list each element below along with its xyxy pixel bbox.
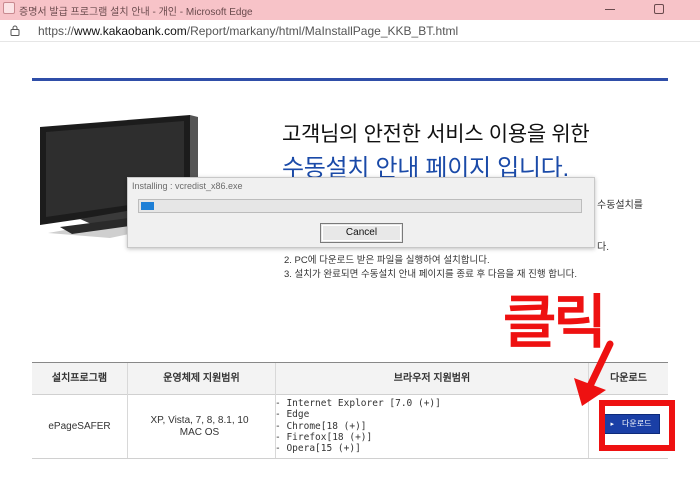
window-title: 증명서 발급 프로그램 설치 안내 - 개인 - Microsoft Edge bbox=[19, 7, 253, 18]
column-header-os: 운영체제 지원범위 bbox=[163, 373, 240, 384]
browser-item: - Chrome[18 (+)] bbox=[275, 420, 367, 432]
dialog-title: Installing : vcredist_x86.exe bbox=[132, 181, 243, 191]
minimize-icon[interactable] bbox=[604, 3, 616, 15]
browser-support-list: - Internet Explorer [7.0 (+)] - Edge - C… bbox=[275, 398, 441, 454]
cancel-label: Cancel bbox=[345, 227, 378, 238]
os-support-line: MAC OS bbox=[179, 427, 220, 438]
url-text[interactable]: https://www.kakaobank.com/Report/markany… bbox=[38, 24, 458, 38]
step-1-text-tail: 수동설치를 bbox=[597, 200, 643, 211]
browser-item: - Opera[15 (+)] bbox=[275, 443, 361, 455]
os-support-line: XP, Vista, 7, 8, 8.1, 10 bbox=[150, 415, 249, 426]
os-support: XP, Vista, 7, 8, 8.1, 10 MAC OS bbox=[128, 415, 271, 439]
browser-item: - Edge bbox=[275, 409, 310, 421]
app-icon bbox=[3, 2, 15, 14]
program-name: ePageSAFER bbox=[48, 421, 111, 432]
window-titlebar: 증명서 발급 프로그램 설치 안내 - 개인 - Microsoft Edge bbox=[0, 0, 700, 20]
browser-window: 증명서 발급 프로그램 설치 안내 - 개인 - Microsoft Edge … bbox=[0, 0, 700, 500]
install-progress-dialog: Installing : vcredist_x86.exe Cancel bbox=[127, 177, 595, 248]
address-bar[interactable]: https://www.kakaobank.com/Report/markany… bbox=[0, 20, 700, 42]
install-progress-bar bbox=[138, 199, 582, 213]
browser-item: - Firefox[18 (+)] bbox=[275, 431, 373, 443]
column-header-browser: 브라우저 지원범위 bbox=[393, 373, 471, 384]
cancel-button[interactable]: Cancel bbox=[320, 223, 403, 243]
maximize-icon[interactable] bbox=[654, 4, 664, 14]
progress-fill bbox=[141, 202, 155, 210]
url-prefix: https:// bbox=[38, 24, 75, 38]
step-2-text: 2. PC에 다운로드 받은 파일을 실행하여 설치합니다. bbox=[284, 255, 490, 266]
browser-item: - Internet Explorer [7.0 (+)] bbox=[275, 398, 441, 409]
lock-icon[interactable] bbox=[10, 25, 20, 36]
column-header-program: 설치프로그램 bbox=[51, 373, 108, 384]
url-host: www.kakaobank.com bbox=[74, 24, 187, 38]
url-path: /Report/markany/html/MaInstallPage_KKB_B… bbox=[186, 24, 459, 38]
header-divider bbox=[32, 78, 668, 81]
download-highlight-box bbox=[599, 400, 675, 451]
step-1-text-end: 다. bbox=[597, 242, 609, 253]
page-heading: 고객님의 안전한 서비스 이용을 위한 bbox=[282, 123, 590, 146]
